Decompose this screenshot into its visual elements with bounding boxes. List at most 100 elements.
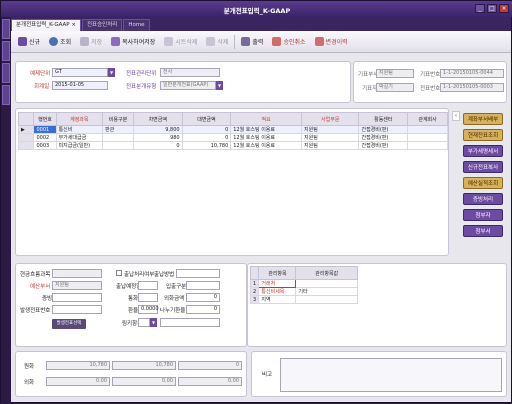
side-button-attach2[interactable]: 첨부서 bbox=[463, 225, 503, 237]
rel-cell[interactable] bbox=[407, 141, 448, 150]
save-button[interactable]: 저장 bbox=[77, 34, 105, 50]
cash-method-field[interactable] bbox=[176, 269, 220, 278]
nav-settings-icon[interactable] bbox=[2, 85, 10, 105]
mgmt-item-cell[interactable]: 통신비세목 bbox=[258, 287, 297, 296]
nav-menu-icon[interactable] bbox=[2, 19, 10, 39]
evidence-field[interactable] bbox=[52, 293, 102, 302]
debit-cell[interactable]: 980 bbox=[132, 133, 183, 142]
currency-field[interactable] bbox=[138, 293, 158, 302]
rel-cell[interactable] bbox=[407, 133, 448, 142]
center-cell[interactable]: 간접경비(판) bbox=[358, 125, 409, 134]
print-button[interactable]: 출력 bbox=[238, 34, 266, 50]
center-cell[interactable]: 간접경비(판) bbox=[358, 133, 409, 142]
side-button-attach[interactable]: 첨부자 bbox=[463, 209, 503, 221]
voucher-type-dropdown[interactable]: ▼ bbox=[108, 68, 115, 77]
mgmt-row[interactable]: 2 통신비세목 기타 bbox=[249, 287, 358, 296]
cash-checkbox[interactable] bbox=[116, 270, 122, 276]
memo-cell[interactable]: 12월 호스팅 이용료 bbox=[230, 133, 302, 142]
tab-approval[interactable]: 전표승인처리 bbox=[81, 19, 123, 31]
mgmt-item-cell[interactable]: 지역 bbox=[258, 295, 297, 304]
nav-history-icon[interactable] bbox=[2, 63, 10, 83]
credit-cell[interactable]: 10,780 bbox=[181, 141, 232, 150]
col-header: 비용구분 bbox=[102, 112, 134, 126]
side-button-copy-new[interactable]: 신규전표복사 bbox=[463, 161, 503, 173]
foreign-amount-field[interactable]: 0 bbox=[186, 293, 220, 302]
delete-button[interactable]: 삭제 bbox=[203, 34, 231, 50]
account-cell[interactable]: 부가세대급금 bbox=[55, 133, 104, 142]
side-button-evidence[interactable]: 증빙처리 bbox=[463, 193, 503, 205]
voucher-origin-field[interactable] bbox=[52, 305, 102, 314]
collapse-toggle[interactable]: ‹ bbox=[452, 111, 460, 121]
table-row[interactable]: ▶ 0001 통신비 판관 9,800 0 12월 호스팅 이용료 지원팀 간접… bbox=[17, 125, 448, 134]
budget-dept-label: 예산부서 bbox=[30, 284, 51, 290]
mgmt-row[interactable]: 1 거래처 bbox=[249, 279, 358, 288]
memo-field[interactable] bbox=[280, 358, 502, 392]
app-window: 분개전표입력_K-GAAP _ □ × 분개전표입력_K-GAAP × 전표승인… bbox=[0, 0, 512, 404]
new-button[interactable]: 신규 bbox=[15, 34, 43, 50]
search-button[interactable]: 조회 bbox=[46, 34, 74, 50]
debit-cell[interactable]: 0 bbox=[132, 141, 183, 150]
table-row[interactable]: 0002 부가세대급금 980 0 12월 호스팅 이용료 지원팀 간접경비(판… bbox=[17, 133, 448, 142]
inout-field[interactable] bbox=[186, 281, 220, 290]
memo-cell[interactable]: 12월 호스팅 이용료 bbox=[230, 125, 302, 134]
credit-cell[interactable]: 0 bbox=[181, 133, 232, 142]
mgmt-value-cell[interactable]: 기타 bbox=[295, 287, 358, 296]
table-row[interactable]: 0003 미지급금(일반) 0 10,780 12월 호스팅 이용료 지원팀 간… bbox=[17, 141, 448, 150]
select-origin-button[interactable]: 발생전표선택 bbox=[52, 319, 86, 329]
rel-cell[interactable] bbox=[407, 125, 448, 134]
link-item-dropdown[interactable]: ▼ bbox=[150, 318, 157, 327]
mgmt-value-cell[interactable] bbox=[295, 279, 358, 288]
history-button[interactable]: 변경이력 bbox=[312, 34, 351, 50]
tab-bar: 분개전표입력_K-GAAP × 전표승인처리 Home bbox=[11, 19, 150, 31]
date-field[interactable]: 2015-01-05 bbox=[52, 81, 108, 90]
credit-cell[interactable]: 0 bbox=[181, 125, 232, 134]
account-cell[interactable]: 미지급금(일반) bbox=[55, 141, 104, 150]
entry-unit-field: 전사 bbox=[160, 68, 220, 77]
side-button-allocation[interactable]: 계좌부서배부 bbox=[463, 113, 503, 125]
nav-favorites-icon[interactable] bbox=[2, 41, 10, 61]
ledger-label: 전표분개유형 bbox=[126, 84, 157, 90]
row-number[interactable]: 0003 bbox=[33, 141, 57, 150]
rate-field[interactable]: 0.0000 bbox=[138, 305, 159, 314]
budget-dept-field[interactable]: 지원팀 bbox=[52, 281, 102, 290]
dept-cell[interactable]: 지원팀 bbox=[300, 125, 360, 134]
memo-panel: 비고 bbox=[251, 351, 507, 397]
link-item-field[interactable] bbox=[138, 318, 150, 327]
dept-cell[interactable]: 지원팀 bbox=[300, 141, 360, 150]
row-number[interactable]: 0001 bbox=[33, 125, 57, 134]
dept-cell[interactable]: 지원팀 bbox=[300, 133, 360, 142]
maximize-button[interactable]: □ bbox=[487, 4, 497, 13]
mgmt-item-cell[interactable]: 거래처 bbox=[258, 279, 297, 288]
row-number: 1 bbox=[249, 279, 260, 288]
print-icon bbox=[241, 37, 251, 46]
sheet-delete-button[interactable]: 시트삭제 bbox=[161, 34, 200, 50]
ledger-dropdown[interactable]: ▼ bbox=[216, 81, 223, 90]
approve-icon bbox=[272, 37, 282, 46]
voucher-type-field[interactable]: GT bbox=[52, 68, 108, 77]
approve-cancel-button[interactable]: 승인취소 bbox=[269, 34, 308, 50]
close-button[interactable]: × bbox=[499, 4, 509, 13]
minimize-button[interactable]: _ bbox=[475, 4, 485, 13]
debit-cell[interactable]: 9,800 bbox=[132, 125, 183, 134]
row-number[interactable]: 0002 bbox=[33, 133, 57, 142]
mgmt-row[interactable]: 3 지역 bbox=[249, 295, 358, 304]
center-cell[interactable]: 간접경비(판) bbox=[358, 141, 409, 150]
side-button-budget[interactable]: 예산실적조회 bbox=[463, 177, 503, 189]
copy-save-button[interactable]: 복사하여저장 bbox=[108, 34, 158, 50]
memo-cell[interactable]: 12월 호스팅 이용료 bbox=[230, 141, 302, 150]
cost-cell[interactable]: 판관 bbox=[102, 125, 134, 134]
cost-cell[interactable] bbox=[102, 141, 134, 150]
entries-grid-panel: 행번호 계정과목 비용구분 차변금액 대변금액 적요 사업부문 활동센터 관계회… bbox=[15, 108, 449, 256]
tab-voucher-entry[interactable]: 분개전표입력_K-GAAP × bbox=[11, 19, 81, 31]
account-cell[interactable]: 통신비 bbox=[55, 125, 104, 134]
link-item-value[interactable] bbox=[160, 318, 220, 327]
side-button-vat[interactable]: 부가세명세서 bbox=[463, 145, 503, 157]
fx-divide-field[interactable]: 0 bbox=[186, 305, 220, 314]
cash-date-field[interactable] bbox=[138, 281, 158, 290]
side-button-current-voucher[interactable]: 현재전표조회 bbox=[463, 129, 503, 141]
tab-close-icon[interactable]: × bbox=[71, 22, 76, 28]
mgmt-value-cell[interactable] bbox=[295, 295, 358, 304]
cashflow-field[interactable] bbox=[52, 269, 102, 278]
cost-cell[interactable] bbox=[102, 133, 134, 142]
tab-home[interactable]: Home bbox=[123, 19, 150, 31]
